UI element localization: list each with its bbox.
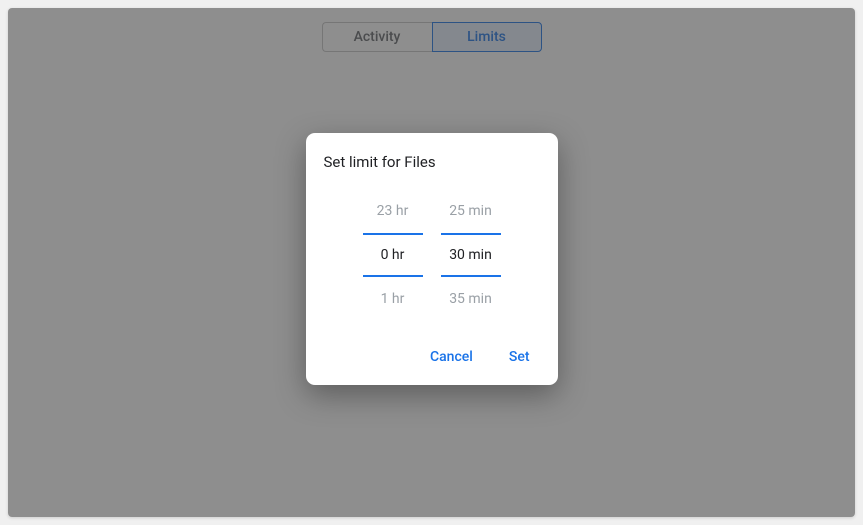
minutes-option-prev[interactable]: 25 min	[441, 189, 501, 233]
hours-option-next[interactable]: 1 hr	[363, 277, 423, 321]
time-spinner: 23 hr 0 hr 1 hr 25 min 30 min 35 min	[324, 189, 540, 321]
dialog-title: Set limit for Files	[324, 153, 540, 171]
cancel-button[interactable]: Cancel	[426, 343, 477, 371]
app-stage: Activity Limits Set limit for Files 23 h…	[8, 8, 855, 517]
set-limit-dialog: Set limit for Files 23 hr 0 hr 1 hr 25 m…	[306, 133, 558, 385]
minutes-wheel[interactable]: 25 min 30 min 35 min	[441, 189, 501, 321]
set-button[interactable]: Set	[505, 343, 534, 371]
hours-option-selected[interactable]: 0 hr	[363, 233, 423, 277]
hours-option-prev[interactable]: 23 hr	[363, 189, 423, 233]
dialog-actions: Cancel Set	[324, 343, 540, 371]
hours-wheel[interactable]: 23 hr 0 hr 1 hr	[363, 189, 423, 321]
minutes-option-next[interactable]: 35 min	[441, 277, 501, 321]
minutes-option-selected[interactable]: 30 min	[441, 233, 501, 277]
